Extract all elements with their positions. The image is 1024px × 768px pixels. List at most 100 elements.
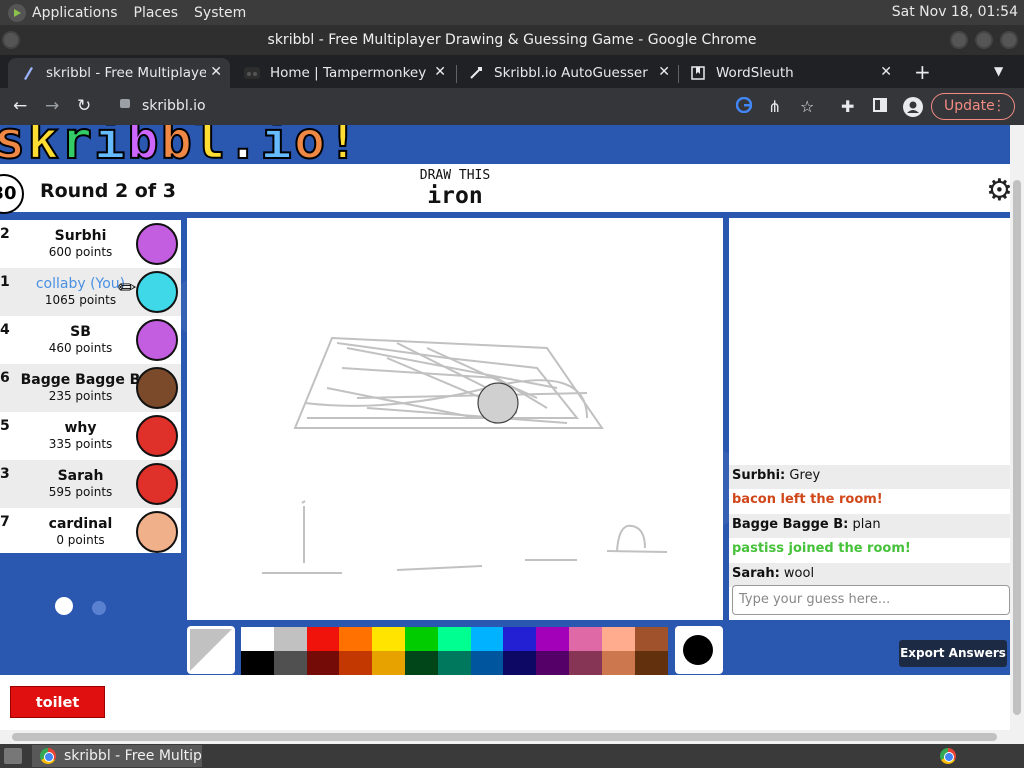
scroll-thumb[interactable] <box>12 733 997 741</box>
dot-active[interactable] <box>55 597 73 615</box>
player-row[interactable]: 6 Bagge Bagge B 235 points <box>0 364 181 412</box>
url-input[interactable]: skribbl.io <box>112 92 960 120</box>
minimize-icon[interactable] <box>950 31 968 49</box>
tab-label: Home | Tampermonkey <box>270 65 427 81</box>
google-icon[interactable] <box>735 96 753 117</box>
window-title-bar: skribbl - Free Multiplayer Drawing & Gue… <box>0 25 1024 55</box>
color-swatch[interactable] <box>339 651 373 675</box>
share-icon[interactable]: ⋔ <box>768 97 781 116</box>
color-swatch[interactable] <box>241 651 274 675</box>
forward-icon[interactable]: → <box>45 96 59 116</box>
menu-system[interactable]: System <box>194 5 246 21</box>
show-desktop-icon[interactable] <box>4 748 22 764</box>
tab-autoguesser[interactable]: Skribbl.io AutoGuesser ✕ <box>456 58 678 88</box>
color-swatch[interactable] <box>569 651 602 675</box>
update-button[interactable]: Update ⋮ <box>931 93 1015 120</box>
color-swatch[interactable] <box>372 627 406 651</box>
color-swatch[interactable] <box>306 627 340 651</box>
player-row[interactable]: 7 cardinal 0 points <box>0 508 181 556</box>
player-points: 600 points <box>48 245 113 259</box>
player-avatar[interactable] <box>136 319 178 361</box>
color-swatch[interactable] <box>273 651 307 675</box>
script-icon <box>468 65 484 81</box>
player-name: Sarah <box>57 468 104 484</box>
close-icon[interactable]: ✕ <box>658 64 670 80</box>
player-row[interactable]: 4 SB 460 points <box>0 316 181 364</box>
color-swatch[interactable] <box>601 651 635 675</box>
chat-text: plan <box>848 517 881 532</box>
color-swatch[interactable] <box>536 627 570 651</box>
close-icon[interactable]: ✕ <box>210 64 222 80</box>
player-row[interactable]: 2 Surbhi 600 points <box>0 220 181 268</box>
extensions-puzzle-icon[interactable]: ✚ <box>841 97 854 116</box>
player-avatar[interactable] <box>136 511 178 553</box>
color-swatch[interactable] <box>273 627 307 651</box>
color-swatch[interactable] <box>503 627 537 651</box>
chat-message: Surbhi: Grey <box>729 465 1010 489</box>
tab-label: Skribbl.io AutoGuesser <box>494 65 648 81</box>
horizontal-scrollbar[interactable] <box>0 730 1024 744</box>
menu-places[interactable]: Places <box>134 5 179 21</box>
current-word-button[interactable]: toilet paper <box>10 686 105 730</box>
color-swatch[interactable] <box>470 651 504 675</box>
color-swatch[interactable] <box>372 651 406 675</box>
tab-wordsleuth[interactable]: WordSleuth ✕ <box>678 58 900 88</box>
color-swatch[interactable] <box>405 651 438 675</box>
player-avatar[interactable] <box>136 223 178 265</box>
clock[interactable]: Sat Nov 18, 01:54 <box>892 4 1018 20</box>
chat-message: Sarah: wool <box>729 563 1010 587</box>
player-avatar[interactable] <box>136 367 178 409</box>
color-swatch[interactable] <box>241 627 274 651</box>
player-avatar[interactable] <box>136 271 178 313</box>
color-swatch[interactable] <box>536 651 570 675</box>
new-tab-icon[interactable]: + <box>914 60 931 84</box>
page-dots <box>55 597 120 619</box>
scroll-thumb[interactable] <box>1013 180 1021 715</box>
player-row[interactable]: 1 collaby (You) 1065 points ✏ <box>0 268 181 316</box>
profile-avatar-icon[interactable] <box>903 97 923 121</box>
drawing-canvas[interactable] <box>187 218 723 620</box>
bookmark-star-icon[interactable]: ☆ <box>800 97 814 116</box>
player-avatar[interactable] <box>136 463 178 505</box>
player-row[interactable]: 3 Sarah 595 points <box>0 460 181 508</box>
close-icon[interactable]: ✕ <box>880 64 892 80</box>
color-swatch[interactable] <box>405 627 438 651</box>
close-window-icon[interactable] <box>1000 31 1018 49</box>
os-logo-icon[interactable] <box>8 3 26 22</box>
color-swatch[interactable] <box>437 651 471 675</box>
guess-input[interactable]: Type your guess here... <box>732 585 1010 615</box>
settings-gear-icon[interactable]: ⚙ <box>986 173 1010 208</box>
side-panel-icon[interactable] <box>873 97 887 116</box>
color-swatch[interactable] <box>470 627 504 651</box>
back-icon[interactable]: ← <box>13 96 27 116</box>
color-swatch[interactable] <box>339 627 373 651</box>
draw-this-label: DRAW THIS <box>419 168 491 183</box>
tampermonkey-icon <box>244 65 260 81</box>
reload-icon[interactable]: ↻ <box>77 96 91 116</box>
menu-applications[interactable]: Applications <box>32 5 118 21</box>
window-menu-icon[interactable] <box>2 31 20 49</box>
chat-text: bacon left the room! <box>732 492 883 507</box>
color-swatch[interactable] <box>634 651 668 675</box>
color-swatch[interactable] <box>634 627 668 651</box>
player-avatar[interactable] <box>136 415 178 457</box>
tab-tampermonkey[interactable]: Home | Tampermonkey ✕ <box>232 58 454 88</box>
dot-inactive[interactable] <box>92 601 107 615</box>
brush-size-button[interactable] <box>675 626 723 674</box>
color-swatch[interactable] <box>503 651 537 675</box>
tab-skribbl[interactable]: skribbl - Free Multiplayer Dr ✕ <box>8 58 230 88</box>
vertical-scrollbar[interactable] <box>1010 125 1024 730</box>
export-answers-button[interactable]: Export Answers <box>899 640 1007 667</box>
chrome-tray-icon[interactable] <box>940 748 956 764</box>
close-icon[interactable]: ✕ <box>434 64 446 80</box>
player-row[interactable]: 5 why 335 points <box>0 412 181 460</box>
maximize-icon[interactable] <box>975 31 993 49</box>
color-picker-current[interactable] <box>187 626 235 674</box>
player-name: why <box>64 420 97 436</box>
color-swatch[interactable] <box>437 627 471 651</box>
color-swatch[interactable] <box>601 627 635 651</box>
color-swatch[interactable] <box>306 651 340 675</box>
color-swatch[interactable] <box>569 627 602 651</box>
taskbar-chrome-item[interactable]: skribbl - Free Multip... <box>32 745 202 767</box>
tab-search-chevron-down-icon[interactable]: ▼ <box>994 64 1003 78</box>
